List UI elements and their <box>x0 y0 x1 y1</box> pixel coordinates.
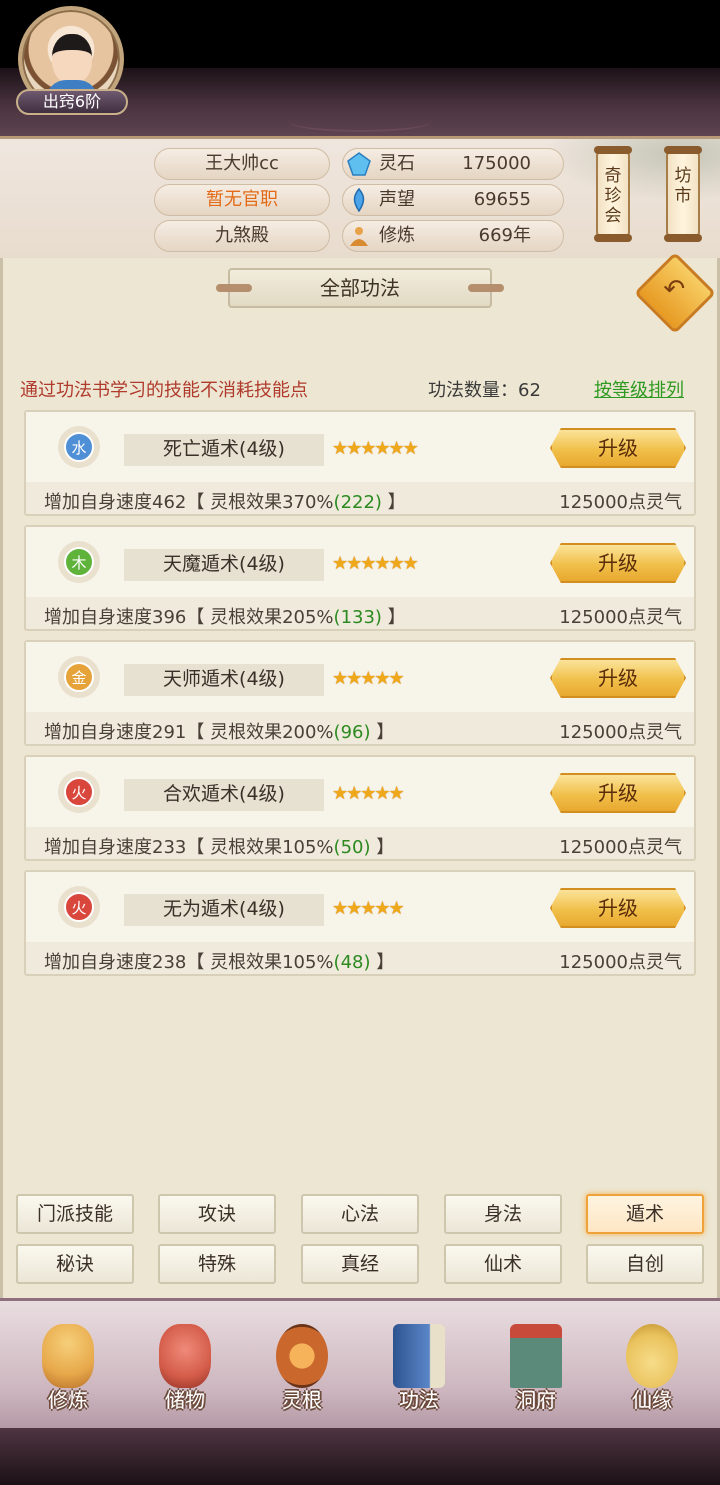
nav-label: 洞府 <box>516 1388 556 1412</box>
tab-scripture[interactable]: 真经 <box>301 1244 419 1284</box>
sort-by-level-link[interactable]: 按等级排列 <box>594 376 684 402</box>
metal-element-icon: 金 <box>64 662 94 692</box>
nav-label: 仙缘 <box>632 1388 672 1412</box>
nav-label: 灵根 <box>282 1388 322 1412</box>
book-icon <box>393 1324 445 1388</box>
tab-self-created[interactable]: 自创 <box>586 1244 704 1284</box>
skill-description: 增加自身速度291【 灵根效果200%(96) 】 <box>44 722 395 743</box>
skill-card: 木 天魔遁术(4级) ★★★★★★ 升级 增加自身速度396【 灵根效果205%… <box>24 525 696 631</box>
stat-label: 声望 <box>379 189 415 210</box>
stat-value: 69655 <box>473 189 531 210</box>
skill-description: 增加自身速度233【 灵根效果105%(50) 】 <box>44 837 395 858</box>
page-title: 全部功法 <box>216 268 504 308</box>
reputation-icon <box>353 188 365 212</box>
nav-label: 修炼 <box>48 1388 88 1412</box>
hint-text: 通过功法书学习的技能不消耗技能点 <box>20 380 308 401</box>
cultivation-stat: 修炼 669年 <box>342 220 564 252</box>
upgrade-button[interactable]: 升级 <box>550 543 686 583</box>
market-button[interactable]: 坊市 <box>664 146 702 242</box>
upgrade-cost: 125000点灵气 <box>559 492 682 513</box>
bottom-ornament-band <box>0 1428 720 1485</box>
star-rating: ★★★★★ <box>332 898 405 919</box>
skill-card: 火 无为遁术(4级) ★★★★★ 升级 增加自身速度238【 灵根效果105%(… <box>24 870 696 976</box>
nav-label: 储物 <box>165 1388 205 1412</box>
stat-label: 修炼 <box>379 225 415 246</box>
upgrade-button[interactable]: 升级 <box>550 658 686 698</box>
skill-name: 合欢遁术(4级) <box>124 779 324 811</box>
skill-card: 水 死亡遁术(4级) ★★★★★★ 升级 增加自身速度462【 灵根效果370%… <box>24 410 696 516</box>
stat-value: 669年 <box>478 225 531 246</box>
nav-fate[interactable]: 仙缘 <box>602 1320 702 1424</box>
tab-movement[interactable]: 身法 <box>444 1194 562 1234</box>
upgrade-button[interactable]: 升级 <box>550 888 686 928</box>
tab-secret[interactable]: 秘诀 <box>16 1244 134 1284</box>
skill-name: 无为遁术(4级) <box>124 894 324 926</box>
skill-description: 增加自身速度462【 灵根效果370%(222) 】 <box>44 492 406 513</box>
nav-storage[interactable]: 储物 <box>135 1320 235 1424</box>
star-rating: ★★★★★ <box>332 783 405 804</box>
player-name: 王大帅cc <box>154 148 330 180</box>
fire-element-icon: 火 <box>64 892 94 922</box>
upgrade-cost: 125000点灵气 <box>559 952 682 973</box>
nav-cultivation[interactable]: 修炼 <box>18 1320 118 1424</box>
tab-immortal-arts[interactable]: 仙术 <box>444 1244 562 1284</box>
tab-mind[interactable]: 心法 <box>301 1194 419 1234</box>
skill-description: 增加自身速度396【 灵根效果205%(133) 】 <box>44 607 406 628</box>
reputation-stat: 声望 69655 <box>342 184 564 216</box>
skill-name: 天魔遁术(4级) <box>124 549 324 581</box>
star-rating: ★★★★★ <box>332 668 405 689</box>
nav-spirit-root[interactable]: 灵根 <box>252 1320 352 1424</box>
skill-name: 死亡遁术(4级) <box>124 434 324 466</box>
cave-house-icon <box>510 1324 562 1388</box>
star-rating: ★★★★★★ <box>332 553 419 574</box>
nav-label: 功法 <box>399 1388 439 1412</box>
tab-escape[interactable]: 遁术 <box>586 1194 704 1234</box>
official-rank: 暂无官职 <box>154 184 330 216</box>
upgrade-button[interactable]: 升级 <box>550 428 686 468</box>
meditation-icon <box>42 1324 94 1388</box>
nav-cave-house[interactable]: 洞府 <box>486 1320 586 1424</box>
tab-special[interactable]: 特殊 <box>158 1244 276 1284</box>
tab-attack[interactable]: 攻诀 <box>158 1194 276 1234</box>
gourd-icon <box>626 1324 678 1388</box>
skill-card: 金 天师遁术(4级) ★★★★★ 升级 增加自身速度291【 灵根效果200%(… <box>24 640 696 746</box>
tab-sect-skills[interactable]: 门派技能 <box>16 1194 134 1234</box>
palace-name: 九煞殿 <box>154 220 330 252</box>
upgrade-cost: 125000点灵气 <box>559 722 682 743</box>
wood-element-icon: 木 <box>64 547 94 577</box>
skill-card: 火 合欢遁术(4级) ★★★★★ 升级 增加自身速度233【 灵根效果105%(… <box>24 755 696 861</box>
water-element-icon: 水 <box>64 432 94 462</box>
treasure-fair-button[interactable]: 奇珍会 <box>594 146 632 242</box>
back-arrow-icon: ↶ <box>663 274 686 305</box>
nav-skills[interactable]: 功法 <box>369 1320 469 1424</box>
spirit-root-icon <box>276 1324 328 1388</box>
fire-element-icon: 火 <box>64 777 94 807</box>
skill-name: 天师遁术(4级) <box>124 664 324 696</box>
star-rating: ★★★★★★ <box>332 438 419 459</box>
stat-value: 175000 <box>462 153 531 174</box>
spirit-stone-icon <box>347 152 371 176</box>
stat-label: 灵石 <box>379 153 415 174</box>
upgrade-cost: 125000点灵气 <box>559 837 682 858</box>
realm-badge: 出窍6阶 <box>16 89 128 115</box>
bag-icon <box>159 1324 211 1388</box>
cultivation-icon <box>350 227 368 246</box>
upgrade-button[interactable]: 升级 <box>550 773 686 813</box>
spirit-stone-stat: 灵石 175000 <box>342 148 564 180</box>
upgrade-cost: 125000点灵气 <box>559 607 682 628</box>
skill-count: 功法数量：62 <box>428 380 541 401</box>
skill-description: 增加自身速度238【 灵根效果105%(48) 】 <box>44 952 395 973</box>
